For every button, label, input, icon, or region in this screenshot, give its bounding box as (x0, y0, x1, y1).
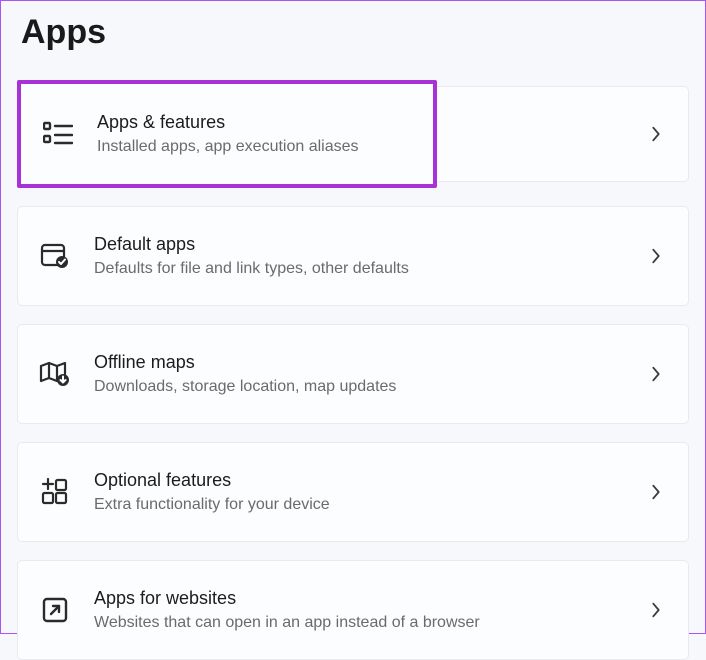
settings-item-apps-for-websites[interactable]: Apps for websites Websites that can open… (17, 560, 689, 660)
item-desc: Downloads, storage location, map updates (94, 376, 634, 398)
item-desc: Installed apps, app execution aliases (97, 136, 411, 158)
settings-item-optional-features[interactable]: Optional features Extra functionality fo… (17, 442, 689, 542)
item-title: Default apps (94, 233, 634, 256)
page-title: Apps (21, 13, 689, 52)
item-text: Apps for websites Websites that can open… (94, 587, 634, 634)
default-apps-icon (38, 239, 72, 273)
apps-settings-page: Apps Apps & features Installed apps, app… (1, 1, 705, 660)
chevron-right-icon (646, 600, 666, 620)
item-desc: Defaults for file and link types, other … (94, 258, 634, 280)
item-desc: Websites that can open in an app instead… (94, 612, 634, 634)
item-desc: Extra functionality for your device (94, 494, 634, 516)
item-title: Apps & features (97, 111, 411, 134)
highlight-overlay: Apps & features Installed apps, app exec… (17, 80, 437, 188)
item-text: Apps & features Installed apps, app exec… (97, 111, 411, 158)
map-download-icon (38, 357, 72, 391)
settings-item-offline-maps[interactable]: Offline maps Downloads, storage location… (17, 324, 689, 424)
item-title: Optional features (94, 469, 634, 492)
optional-features-icon (38, 475, 72, 509)
chevron-right-icon (646, 124, 666, 144)
item-text: Default apps Defaults for file and link … (94, 233, 634, 280)
chevron-right-icon (646, 364, 666, 384)
settings-item-default-apps[interactable]: Default apps Defaults for file and link … (17, 206, 689, 306)
open-external-icon (38, 593, 72, 627)
settings-item-apps-features[interactable]: Apps & features Installed apps, app exec… (17, 80, 689, 188)
item-title: Offline maps (94, 351, 634, 374)
chevron-right-icon (646, 246, 666, 266)
item-title: Apps for websites (94, 587, 634, 610)
item-text: Offline maps Downloads, storage location… (94, 351, 634, 398)
apps-list-icon (41, 117, 75, 151)
item-text: Optional features Extra functionality fo… (94, 469, 634, 516)
chevron-right-icon (646, 482, 666, 502)
